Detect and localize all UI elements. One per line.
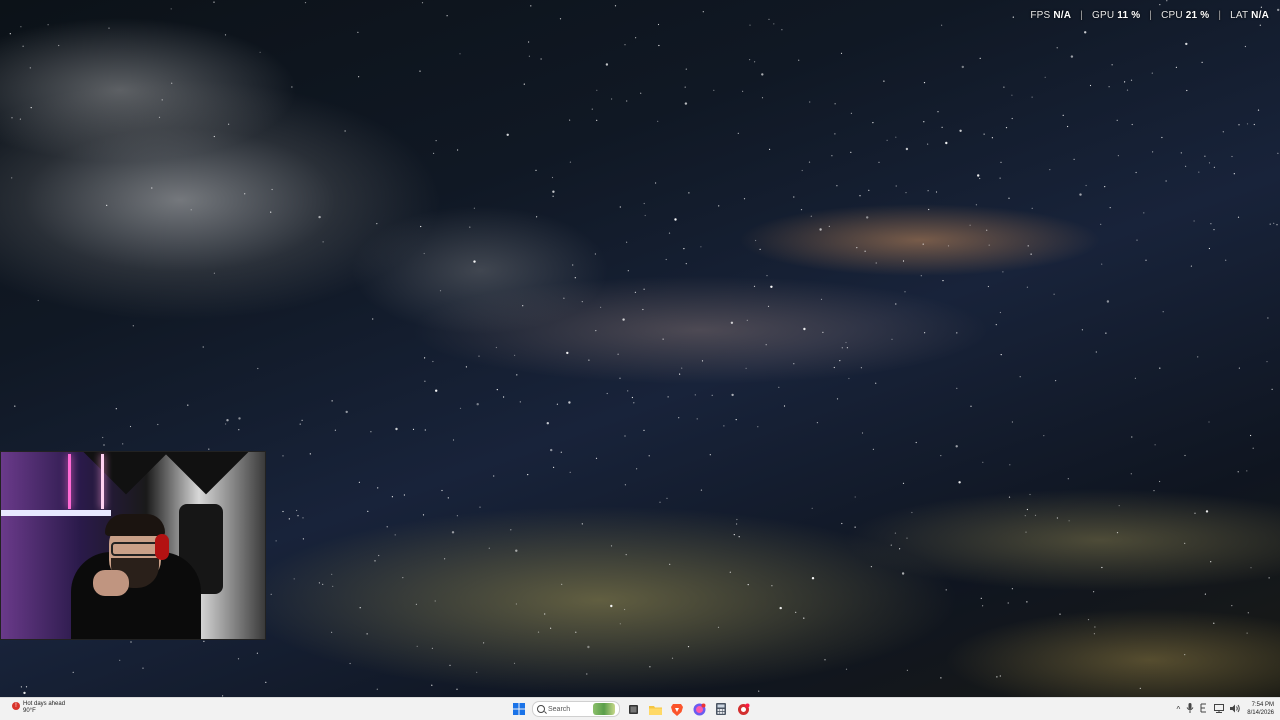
- weather-widget[interactable]: ! Hot days ahead 90°F: [12, 701, 65, 715]
- windows-start-icon[interactable]: [510, 700, 528, 718]
- performance-overlay: FPS N/A | GPU 11 % | CPU 21 % | LAT N/A: [1030, 10, 1269, 21]
- task-view-icon[interactable]: [624, 700, 642, 718]
- gpu-label: GPU: [1091, 10, 1115, 21]
- weather-alert-icon: !: [12, 702, 20, 710]
- headset: [155, 534, 169, 560]
- gpu-value: 11 %: [1117, 10, 1141, 21]
- clock-time: 7:54 PM: [1251, 702, 1274, 708]
- cpu-value: 21 %: [1185, 10, 1210, 21]
- wall-pattern: [83, 452, 169, 495]
- lat-label: LAT: [1230, 10, 1249, 21]
- weather-headline: Hot days ahead: [23, 701, 66, 707]
- language-indicator-icon[interactable]: [1200, 700, 1208, 718]
- file-explorer-icon[interactable]: [646, 700, 664, 718]
- clock[interactable]: 7:54 PM 8/14/2026: [1247, 701, 1274, 717]
- separator: |: [1218, 10, 1222, 21]
- microphone-icon[interactable]: [1186, 700, 1194, 718]
- wall-pattern: [163, 452, 249, 495]
- weather-temperature: 90°F: [23, 708, 36, 714]
- messenger-icon[interactable]: [690, 700, 708, 718]
- search-highlight-icon: [593, 703, 615, 715]
- person-glasses: [111, 542, 159, 556]
- taskbar-center: Search: [510, 700, 752, 718]
- neon-light: [68, 454, 71, 509]
- clock-date: 8/14/2026: [1247, 710, 1274, 716]
- person-hand: [93, 570, 129, 596]
- desk: [1, 510, 111, 516]
- record-app-icon[interactable]: [734, 700, 752, 718]
- show-hidden-icons-chevron[interactable]: ^: [1177, 705, 1181, 714]
- network-icon[interactable]: [1214, 700, 1225, 718]
- search-placeholder: Search: [548, 705, 571, 713]
- separator: |: [1080, 10, 1083, 21]
- search-icon: [537, 705, 545, 713]
- fps-label: FPS: [1030, 10, 1051, 21]
- volume-icon[interactable]: [1230, 700, 1241, 718]
- fps-value: N/A: [1053, 10, 1072, 21]
- calculator-icon[interactable]: [712, 700, 730, 718]
- lat-value: N/A: [1251, 10, 1269, 21]
- separator: |: [1149, 10, 1153, 21]
- cpu-label: CPU: [1161, 10, 1183, 21]
- person-hair: [105, 514, 165, 536]
- search-box[interactable]: Search: [532, 701, 620, 717]
- brave-browser-icon[interactable]: [668, 700, 686, 718]
- webcam-overlay: [0, 451, 266, 640]
- taskbar: ! Hot days ahead 90°F Search ^ 7:54 PM 8…: [0, 697, 1280, 720]
- system-tray: ^ 7:54 PM 8/14/2026: [1177, 700, 1274, 718]
- neon-light: [101, 454, 104, 509]
